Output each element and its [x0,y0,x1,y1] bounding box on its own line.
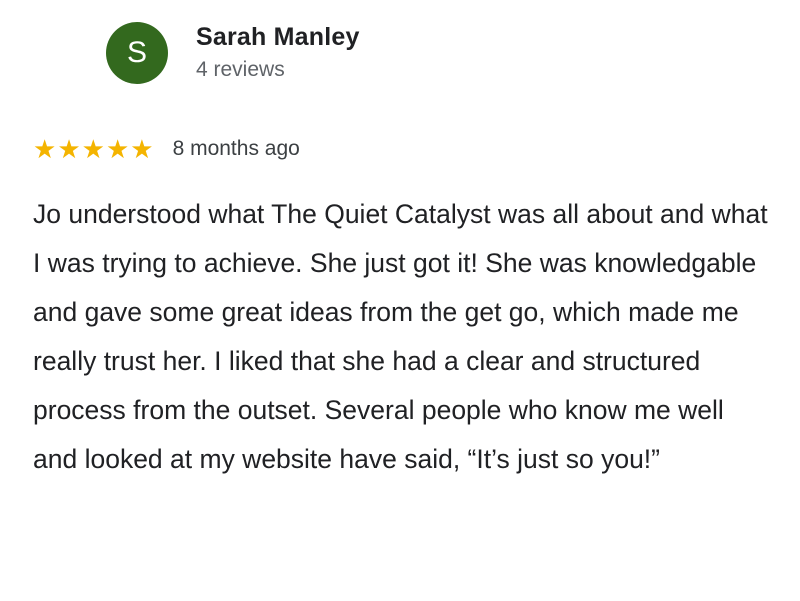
star-icon: ★ [57,134,81,164]
reviewer-name[interactable]: Sarah Manley [196,23,360,52]
reviewer-header: S Sarah Manley 4 reviews [106,22,360,84]
review-card: S Sarah Manley 4 reviews ★ ★ ★ ★ ★ 8 months … [0,0,800,601]
star-icon: ★ [81,134,105,164]
star-icon: ★ [33,134,57,164]
star-rating: ★ ★ ★ ★ ★ [33,136,155,162]
star-icon: ★ [130,134,154,164]
avatar[interactable]: S [106,22,168,84]
reviewer-review-count[interactable]: 4 reviews [196,58,360,82]
star-icon: ★ [105,134,130,164]
rating-row: ★ ★ ★ ★ ★ 8 months ago [33,136,300,162]
avatar-initial: S [126,36,147,69]
reviewer-meta: Sarah Manley 4 reviews [196,23,360,82]
review-time: 8 months ago [172,137,300,160]
review-text: Jo understood what The Quiet Catalyst wa… [33,199,768,474]
